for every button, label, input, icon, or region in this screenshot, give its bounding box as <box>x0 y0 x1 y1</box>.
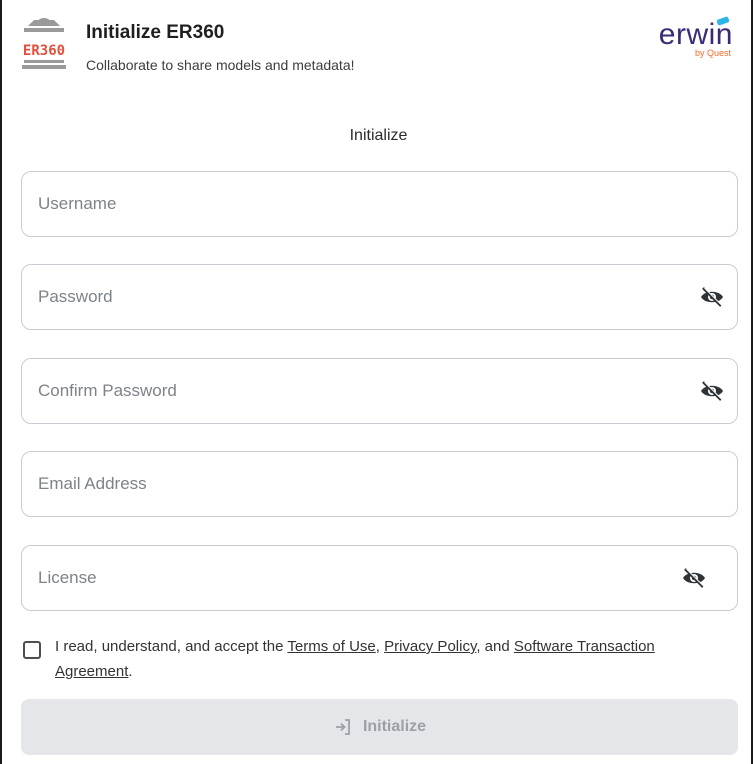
header: ER360 Initialize ER360 Collaborate to sh… <box>2 0 751 88</box>
confirm-password-placeholder: Confirm Password <box>38 381 177 400</box>
password-field[interactable]: Password <box>21 264 738 330</box>
privacy-policy-link[interactable]: Privacy Policy <box>384 638 476 655</box>
agree-suffix: . <box>128 663 133 680</box>
login-arrow-icon <box>333 717 353 737</box>
app-subtitle: Collaborate to share models and metadata… <box>86 57 355 73</box>
agree-prefix: I read, understand, and accept the <box>55 638 288 655</box>
agreement-text: I read, understand, and accept the Terms… <box>55 634 715 684</box>
form-title: Initialize <box>349 127 408 144</box>
eye-off-icon[interactable] <box>681 566 707 590</box>
confirm-password-field[interactable]: Confirm Password <box>21 358 738 424</box>
initialize-button-label: Initialize <box>362 718 427 735</box>
password-placeholder: Password <box>38 287 113 306</box>
agreement-row: I read, understand, and accept the Terms… <box>21 631 738 681</box>
app-title: Initialize ER360 <box>86 22 225 43</box>
agree-sep: , <box>375 638 385 655</box>
email-field[interactable]: Email Address <box>21 451 738 517</box>
er360-logo: ER360 <box>20 14 68 72</box>
license-field[interactable]: License <box>21 545 738 611</box>
agree-checkbox[interactable] <box>23 641 41 659</box>
email-placeholder: Email Address <box>38 474 147 493</box>
initialize-button[interactable]: Initialize <box>21 699 738 755</box>
eye-off-icon[interactable] <box>699 285 725 309</box>
bank-icon: ER360 <box>22 18 66 69</box>
eye-off-icon[interactable] <box>699 379 725 403</box>
terms-of-use-link[interactable]: Terms of Use <box>287 638 375 655</box>
license-placeholder: License <box>38 568 97 587</box>
init-window: ER360 Initialize ER360 Collaborate to sh… <box>0 0 753 764</box>
username-placeholder: Username <box>38 194 117 213</box>
agree-sep: , and <box>476 638 514 655</box>
erwin-brand-logo: erwin by Quest <box>659 16 733 58</box>
username-field[interactable]: Username <box>21 171 738 237</box>
svg-text:ER360: ER360 <box>23 43 65 59</box>
